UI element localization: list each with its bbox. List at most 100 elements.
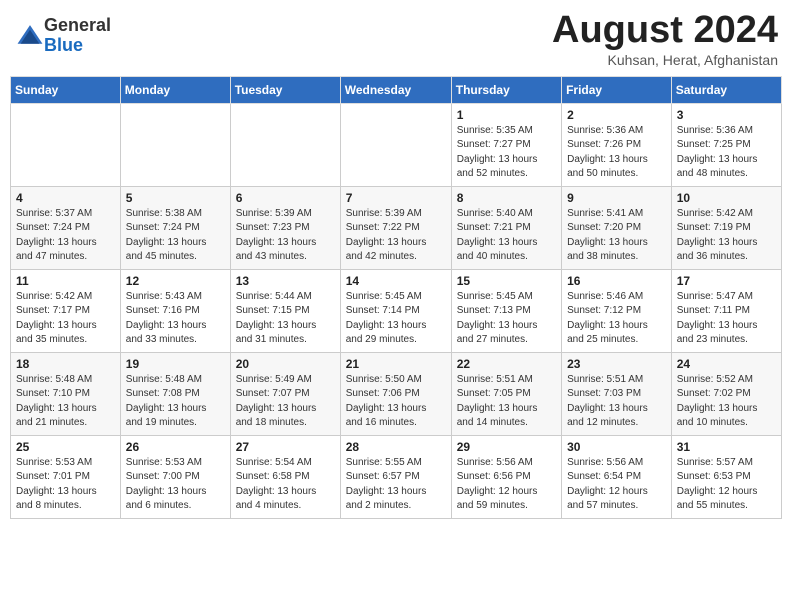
day-number: 7 [346,191,446,205]
location: Kuhsan, Herat, Afghanistan [552,52,778,68]
day-number: 8 [457,191,556,205]
calendar-week-row: 11 Sunrise: 5:42 AMSunset: 7:17 PMDayligh… [11,269,782,352]
calendar-cell [340,103,451,186]
calendar-week-row: 1Sunrise: 5:35 AMSunset: 7:27 PMDaylight… [11,103,782,186]
calendar-cell: 26 Sunrise: 5:53 AMSunset: 7:00 PMDayligh… [120,435,230,518]
calendar-cell: 8Sunrise: 5:40 AMSunset: 7:21 PMDaylight… [451,186,561,269]
calendar-cell: 6 Sunrise: 5:39 AMSunset: 7:23 PMDaylight… [230,186,340,269]
day-info: Sunrise: 5:51 AMSunset: 7:05 PMDaylight:… [457,373,556,431]
day-number: 30 [567,440,666,454]
calendar-cell: 15 Sunrise: 5:45 AMSunset: 7:13 PMDayligh… [451,269,561,352]
calendar-cell: 31Sunrise: 5:57 AMSunset: 6:53 PMDayligh… [671,435,781,518]
day-info: Sunrise: 5:43 AMSunset: 7:16 PMDaylight:… [126,290,225,348]
calendar-cell: 11 Sunrise: 5:42 AMSunset: 7:17 PMDayligh… [11,269,121,352]
calendar-cell [11,103,121,186]
day-info: Sunrise: 5:56 AMSunset: 6:54 PMDaylight:… [567,456,666,514]
day-number: 4 [16,191,115,205]
calendar-cell: 27Sunrise: 5:54 AMSunset: 6:58 PMDayligh… [230,435,340,518]
weekday-header-wednesday: Wednesday [340,76,451,103]
day-number: 6 [236,191,335,205]
calendar-cell [120,103,230,186]
calendar-cell: 2Sunrise: 5:36 AMSunset: 7:26 PMDaylight… [562,103,672,186]
weekday-header-sunday: Sunday [11,76,121,103]
day-number: 25 [16,440,115,454]
calendar-cell: 9Sunrise: 5:41 AMSunset: 7:20 PMDaylight… [562,186,672,269]
day-number: 15 [457,274,556,288]
day-number: 23 [567,357,666,371]
day-info: Sunrise: 5:47 AMSunset: 7:11 PMDaylight:… [677,290,776,348]
day-info: Sunrise: 5:51 AMSunset: 7:03 PMDaylight:… [567,373,666,431]
calendar-cell: 10Sunrise: 5:42 AMSunset: 7:19 PMDayligh… [671,186,781,269]
day-info: Sunrise: 5:37 AMSunset: 7:24 PMDaylight:… [16,207,115,265]
day-info: Sunrise: 5:52 AMSunset: 7:02 PMDaylight:… [677,373,776,431]
calendar-week-row: 4 Sunrise: 5:37 AMSunset: 7:24 PMDaylight… [11,186,782,269]
day-number: 11 [16,274,115,288]
day-number: 20 [236,357,335,371]
day-number: 18 [16,357,115,371]
day-number: 19 [126,357,225,371]
day-number: 29 [457,440,556,454]
day-info: Sunrise: 5:46 AMSunset: 7:12 PMDaylight:… [567,290,666,348]
calendar-cell: 5 Sunrise: 5:38 AMSunset: 7:24 PMDaylight… [120,186,230,269]
day-info: Sunrise: 5:42 AMSunset: 7:17 PMDaylight:… [16,290,115,348]
day-number: 28 [346,440,446,454]
day-info: Sunrise: 5:42 AMSunset: 7:19 PMDaylight:… [677,207,776,265]
day-info: Sunrise: 5:39 AMSunset: 7:23 PMDaylight:… [236,207,335,265]
calendar-table: SundayMondayTuesdayWednesdayThursdayFrid… [10,76,782,519]
weekday-header-thursday: Thursday [451,76,561,103]
day-number: 3 [677,108,776,122]
calendar-cell: 25 Sunrise: 5:53 AMSunset: 7:01 PMDayligh… [11,435,121,518]
logo: General Blue [14,16,111,56]
month-title: August 2024 [552,10,778,52]
calendar-cell: 24Sunrise: 5:52 AMSunset: 7:02 PMDayligh… [671,352,781,435]
day-info: Sunrise: 5:45 AMSunset: 7:13 PMDaylight:… [457,290,556,348]
logo-text: General Blue [44,16,111,56]
day-number: 31 [677,440,776,454]
day-info: Sunrise: 5:50 AMSunset: 7:06 PMDaylight:… [346,373,446,431]
calendar-cell: 18 Sunrise: 5:48 AMSunset: 7:10 PMDayligh… [11,352,121,435]
calendar-cell: 28 Sunrise: 5:55 AMSunset: 6:57 PMDayligh… [340,435,451,518]
day-info: Sunrise: 5:38 AMSunset: 7:24 PMDaylight:… [126,207,225,265]
calendar-cell: 19Sunrise: 5:48 AMSunset: 7:08 PMDayligh… [120,352,230,435]
calendar-cell: 12 Sunrise: 5:43 AMSunset: 7:16 PMDayligh… [120,269,230,352]
day-info: Sunrise: 5:55 AMSunset: 6:57 PMDaylight:… [346,456,446,514]
day-info: Sunrise: 5:53 AMSunset: 7:01 PMDaylight:… [16,456,115,514]
day-number: 17 [677,274,776,288]
day-number: 21 [346,357,446,371]
logo-icon [16,22,44,50]
day-number: 5 [126,191,225,205]
day-info: Sunrise: 5:41 AMSunset: 7:20 PMDaylight:… [567,207,666,265]
calendar-cell: 1Sunrise: 5:35 AMSunset: 7:27 PMDaylight… [451,103,561,186]
day-info: Sunrise: 5:56 AMSunset: 6:56 PMDaylight:… [457,456,556,514]
calendar-cell: 22 Sunrise: 5:51 AMSunset: 7:05 PMDayligh… [451,352,561,435]
calendar-cell: 30 Sunrise: 5:56 AMSunset: 6:54 PMDayligh… [562,435,672,518]
calendar-cell: 23 Sunrise: 5:51 AMSunset: 7:03 PMDayligh… [562,352,672,435]
calendar-cell: 21 Sunrise: 5:50 AMSunset: 7:06 PMDayligh… [340,352,451,435]
day-info: Sunrise: 5:48 AMSunset: 7:10 PMDaylight:… [16,373,115,431]
weekday-header-monday: Monday [120,76,230,103]
logo-general-text: General [44,15,111,35]
weekday-header-friday: Friday [562,76,672,103]
calendar-cell: 7 Sunrise: 5:39 AMSunset: 7:22 PMDaylight… [340,186,451,269]
calendar-week-row: 25 Sunrise: 5:53 AMSunset: 7:01 PMDayligh… [11,435,782,518]
day-info: Sunrise: 5:53 AMSunset: 7:00 PMDaylight:… [126,456,225,514]
calendar-cell: 16 Sunrise: 5:46 AMSunset: 7:12 PMDayligh… [562,269,672,352]
day-info: Sunrise: 5:49 AMSunset: 7:07 PMDaylight:… [236,373,335,431]
calendar-cell: 20 Sunrise: 5:49 AMSunset: 7:07 PMDayligh… [230,352,340,435]
day-number: 16 [567,274,666,288]
day-info: Sunrise: 5:39 AMSunset: 7:22 PMDaylight:… [346,207,446,265]
title-block: August 2024 Kuhsan, Herat, Afghanistan [552,10,778,68]
page-header: General Blue August 2024 Kuhsan, Herat, … [10,10,782,68]
day-number: 26 [126,440,225,454]
calendar-cell: 13Sunrise: 5:44 AMSunset: 7:15 PMDayligh… [230,269,340,352]
calendar-cell [230,103,340,186]
calendar-cell: 3Sunrise: 5:36 AMSunset: 7:25 PMDaylight… [671,103,781,186]
weekday-header-tuesday: Tuesday [230,76,340,103]
day-number: 22 [457,357,556,371]
day-info: Sunrise: 5:44 AMSunset: 7:15 PMDaylight:… [236,290,335,348]
day-number: 12 [126,274,225,288]
day-number: 2 [567,108,666,122]
calendar-cell: 29 Sunrise: 5:56 AMSunset: 6:56 PMDayligh… [451,435,561,518]
day-info: Sunrise: 5:45 AMSunset: 7:14 PMDaylight:… [346,290,446,348]
day-info: Sunrise: 5:54 AMSunset: 6:58 PMDaylight:… [236,456,335,514]
